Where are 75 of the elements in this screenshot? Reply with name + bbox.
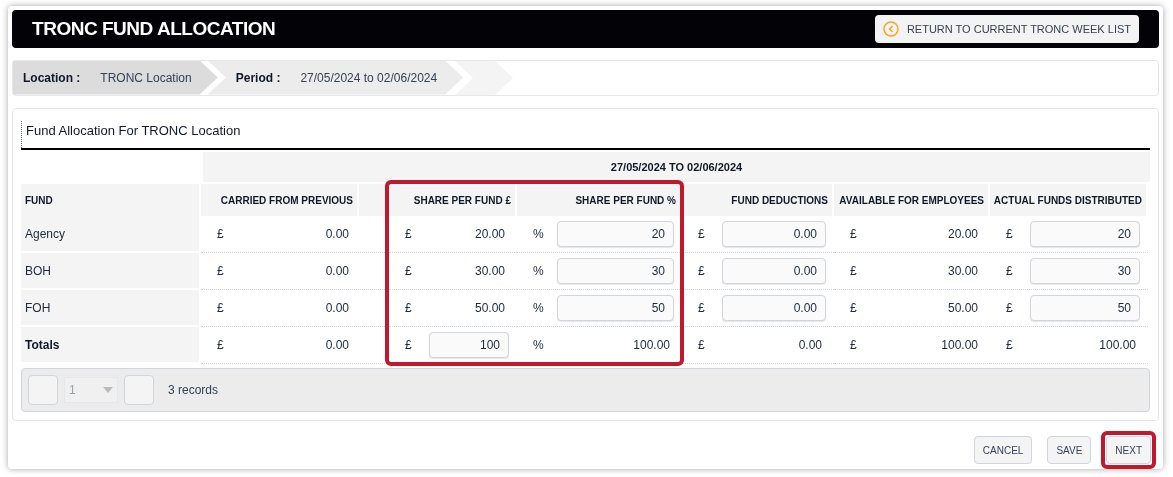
currency-symbol: £ — [1006, 300, 1014, 317]
currency-symbol: £ — [217, 300, 225, 317]
amount-input[interactable]: 0.00 — [722, 221, 826, 247]
fund-name: BOH — [21, 253, 199, 290]
period-heading: 27/05/2024 TO 02/06/2024 — [203, 152, 1150, 182]
amount-input[interactable]: 0.00 — [722, 258, 826, 284]
amount-text: 0.00 — [324, 337, 350, 354]
fund-name: FOH — [21, 290, 199, 327]
first-page-button[interactable] — [28, 375, 58, 405]
column-header: CARRIED FROM PREVIOUS — [201, 184, 387, 216]
currency-symbol: £ — [1006, 337, 1014, 354]
fund-name: Totals — [21, 327, 199, 364]
amount-input[interactable]: 20 — [1030, 221, 1140, 247]
dropdown-caret-icon — [103, 387, 113, 393]
currency-symbol: £ — [1006, 226, 1014, 243]
currency-symbol: £ — [405, 337, 413, 354]
column-header: ACTUAL FUNDS DISTRIBUTED — [990, 184, 1146, 216]
currency-symbol: % — [533, 337, 545, 354]
amount-input[interactable]: 20 — [557, 221, 674, 247]
amount-text: 0.00 — [324, 263, 350, 280]
amount-text: 30.00 — [946, 263, 979, 280]
currency-symbol: £ — [698, 226, 706, 243]
action-button[interactable]: SAVE — [1047, 436, 1092, 464]
breadcrumb-label: Location : — [23, 69, 81, 87]
amount-input[interactable]: 30 — [557, 258, 674, 284]
panel-title: Fund Allocation For TRONC Location — [21, 120, 1150, 148]
action-button[interactable]: NEXT — [1106, 436, 1151, 464]
currency-symbol: £ — [217, 337, 225, 354]
currency-symbol: £ — [217, 226, 225, 243]
fund-name: Agency — [21, 216, 199, 253]
amount-text: 0.00 — [324, 226, 350, 243]
back-icon — [882, 20, 899, 37]
column-header: AVAILABLE FOR EMPLOYEES — [834, 184, 988, 216]
breadcrumb-label: Period : — [235, 69, 281, 87]
amount-text: 0.00 — [797, 337, 823, 354]
currency-symbol: £ — [1006, 263, 1014, 280]
currency-symbol: £ — [850, 263, 858, 280]
amount-text: 0.00 — [324, 300, 350, 317]
breadcrumb-value: 27/05/2024 to 02/06/2024 — [300, 69, 438, 87]
breadcrumb-value: TRONC Location — [100, 69, 192, 87]
currency-symbol: £ — [698, 300, 706, 317]
amount-text: 20.00 — [946, 226, 979, 243]
amount-text: 20.00 — [473, 226, 506, 243]
return-button[interactable]: RETURN TO CURRENT TRONC WEEK LIST — [874, 14, 1139, 43]
column-header: FUND — [21, 184, 199, 216]
action-button[interactable]: CANCEL — [973, 436, 1033, 464]
amount-input[interactable]: 50 — [1030, 295, 1140, 321]
next-page-button[interactable] — [124, 375, 154, 405]
page-title: TRONC FUND ALLOCATION — [32, 16, 276, 41]
amount-input[interactable]: 30 — [1030, 258, 1140, 284]
amount-text: 100.00 — [632, 337, 671, 354]
amount-input[interactable]: 100 — [429, 332, 509, 358]
currency-symbol: % — [533, 263, 545, 280]
amount-text: 100.00 — [1098, 337, 1137, 354]
amount-input[interactable]: 50 — [557, 295, 674, 321]
currency-symbol: £ — [217, 263, 225, 280]
currency-symbol: £ — [850, 337, 858, 354]
currency-symbol: % — [533, 300, 545, 317]
currency-symbol: £ — [405, 263, 413, 280]
column-header: FUND DEDUCTIONS — [682, 184, 832, 216]
currency-symbol: £ — [698, 337, 706, 354]
amount-text: 50.00 — [946, 300, 979, 317]
column-header: SHARE PER FUND % — [517, 184, 680, 216]
amount-text: 50.00 — [473, 300, 506, 317]
currency-symbol: £ — [850, 300, 858, 317]
currency-symbol: £ — [850, 226, 858, 243]
amount-text: 100.00 — [940, 337, 979, 354]
currency-symbol: £ — [698, 263, 706, 280]
currency-symbol: £ — [405, 226, 413, 243]
currency-symbol: % — [533, 226, 545, 243]
column-header: SHARE PER FUND £ — [389, 184, 515, 216]
amount-input[interactable]: 0.00 — [722, 295, 826, 321]
records-count: 3 records — [168, 382, 219, 399]
amount-text: 30.00 — [473, 263, 506, 280]
currency-symbol: £ — [405, 300, 413, 317]
